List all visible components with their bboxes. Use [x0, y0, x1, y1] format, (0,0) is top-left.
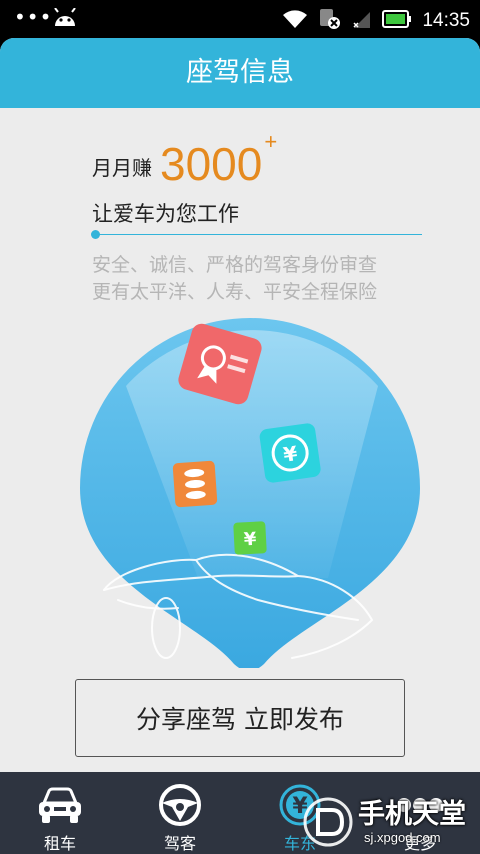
watermark-text: 手机天堂 — [358, 799, 466, 830]
nav-item-driver[interactable]: 驾客 — [120, 772, 240, 854]
signal-icon — [352, 9, 372, 33]
title-bar: 座驾信息 — [0, 38, 480, 108]
wifi-icon — [282, 9, 308, 33]
android-icon — [52, 7, 78, 32]
nav-label: 驾客 — [163, 834, 196, 853]
steering-wheel-icon — [158, 782, 202, 828]
promo-subtitle: 让爱车为您工作 — [92, 202, 239, 226]
watermark: 手机天堂 sj.xpgod.com — [300, 792, 472, 852]
notification-dots: ••• — [14, 5, 53, 29]
earn-headline: 月月赚 3000 + — [92, 129, 277, 190]
earn-plus: + — [264, 129, 278, 154]
desc-line-2: 更有太平洋、人寿、平安全程保险 — [92, 281, 378, 303]
yuan-small-icon: ¥ — [233, 521, 267, 555]
car-front-icon — [36, 782, 84, 828]
nav-label: 租车 — [43, 834, 76, 853]
share-publish-button[interactable]: 分享座驾 立即发布 — [75, 679, 405, 757]
divider-dot — [91, 230, 100, 239]
watermark-url: sj.xpgod.com — [364, 830, 441, 845]
promo-illustration: ¥ ¥ — [80, 318, 420, 668]
app-screen: 座驾信息 月月赚 3000 + 让爱车为您工作 安全、诚信、严格的驾客身份审查 … — [0, 38, 480, 854]
clock: 14:35 — [422, 10, 470, 31]
coins-stack-icon — [172, 460, 218, 508]
sim-disabled-icon — [318, 8, 342, 34]
battery-icon — [382, 10, 412, 32]
nav-item-rent-car[interactable]: 租车 — [0, 772, 120, 854]
divider-line — [96, 234, 422, 235]
yuan-card-icon: ¥ — [259, 423, 321, 483]
watermark-logo-icon — [303, 797, 353, 847]
svg-text:¥: ¥ — [243, 529, 257, 551]
desc-line-1: 安全、诚信、严格的驾客身份审查 — [92, 254, 378, 276]
earn-amount: 3000 — [160, 138, 263, 190]
page-title: 座驾信息 — [186, 57, 294, 88]
earn-prefix: 月月赚 — [92, 156, 152, 180]
status-bar: ••• 14:35 — [0, 0, 480, 38]
promo-description: 安全、诚信、严格的驾客身份审查 更有太平洋、人寿、平安全程保险 — [92, 252, 377, 306]
